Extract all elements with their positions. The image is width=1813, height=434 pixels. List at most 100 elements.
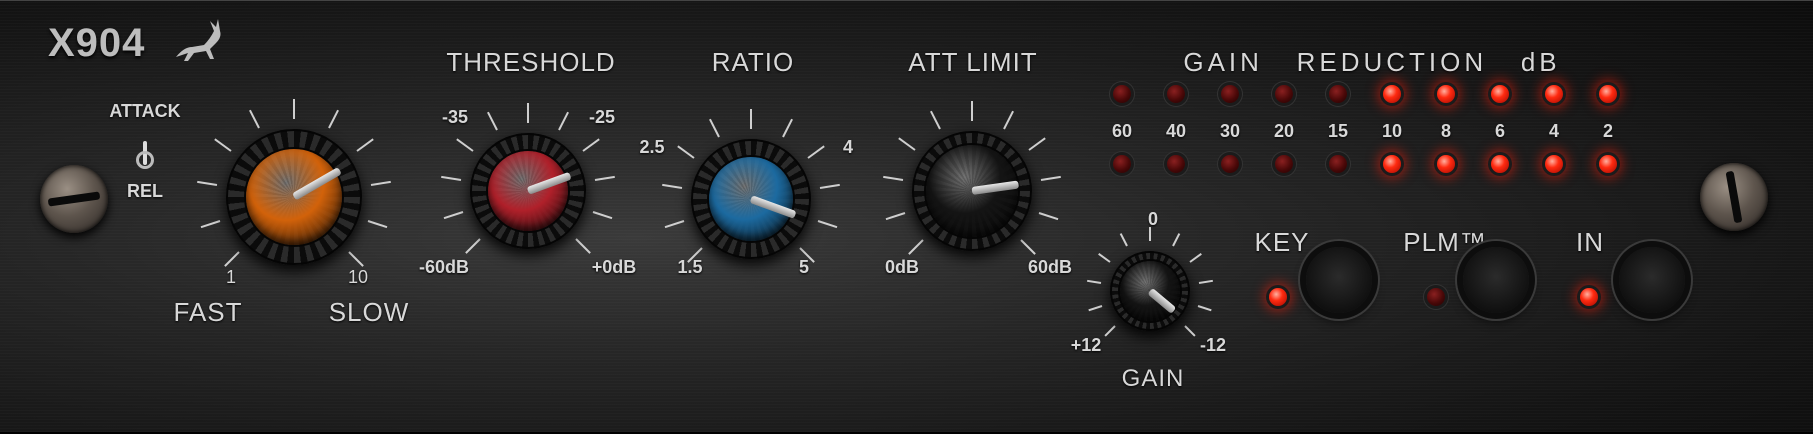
scale-tick bbox=[781, 118, 793, 138]
meter-led-top bbox=[1113, 85, 1131, 103]
meter-led-bottom bbox=[1275, 155, 1293, 173]
scale-tick bbox=[465, 238, 481, 254]
ratio-label-2-5: 2.5 bbox=[639, 137, 665, 157]
threshold-label-m60: -60dB bbox=[418, 257, 470, 277]
scale-tick bbox=[1199, 279, 1214, 285]
scale-tick bbox=[1040, 175, 1062, 182]
threshold-label-0: +0dB bbox=[591, 257, 637, 277]
scale-tick bbox=[370, 180, 391, 186]
meter-led-top bbox=[1221, 85, 1239, 103]
scale-tick bbox=[200, 220, 221, 229]
meter-scale-label: 60 bbox=[1111, 121, 1133, 141]
meter-led-bottom bbox=[1167, 155, 1185, 173]
threshold-label-m25: -25 bbox=[588, 107, 616, 127]
scale-tick bbox=[1097, 252, 1111, 263]
scale-tick bbox=[557, 112, 569, 131]
scale-tick bbox=[1028, 137, 1046, 151]
slow-label: SLOW bbox=[328, 297, 410, 327]
ratio-label-1-5: 1.5 bbox=[677, 257, 703, 277]
key-button[interactable] bbox=[1306, 247, 1372, 313]
ratio-label-4: 4 bbox=[842, 137, 854, 157]
meter-scale-label: 8 bbox=[1440, 121, 1452, 141]
scale-tick bbox=[356, 138, 374, 152]
scale-tick bbox=[367, 220, 388, 229]
meter-scale-label: 40 bbox=[1165, 121, 1187, 141]
ratio-label-5: 5 bbox=[798, 257, 810, 277]
meter-scale-label: 6 bbox=[1494, 121, 1506, 141]
fast-label: FAST bbox=[173, 297, 243, 327]
ratio-knob[interactable] bbox=[691, 139, 811, 259]
scale-tick bbox=[709, 118, 721, 138]
meter-led-bottom bbox=[1491, 155, 1509, 173]
left-screw-icon bbox=[40, 165, 108, 233]
gain-label-0: 0 bbox=[1147, 209, 1159, 229]
scale-tick bbox=[1038, 211, 1058, 220]
meter-scale-label: 15 bbox=[1327, 121, 1349, 141]
meter-scale-label: 30 bbox=[1219, 121, 1241, 141]
attack-release-switch[interactable] bbox=[134, 141, 156, 181]
meter-led-top bbox=[1329, 85, 1347, 103]
attack-max-label: 10 bbox=[347, 267, 369, 287]
att-limit-knob[interactable] bbox=[912, 131, 1032, 251]
scale-tick bbox=[594, 176, 616, 182]
scale-tick bbox=[487, 112, 499, 131]
meter-led-top bbox=[1437, 85, 1455, 103]
scale-tick bbox=[440, 176, 461, 182]
attack-min-label: 1 bbox=[225, 267, 237, 287]
scale-tick bbox=[1189, 252, 1203, 263]
scale-tick bbox=[223, 251, 240, 267]
meter-led-bottom bbox=[1599, 155, 1617, 173]
in-button[interactable] bbox=[1619, 247, 1685, 313]
scale-tick bbox=[1171, 233, 1180, 247]
plm-led bbox=[1427, 288, 1445, 306]
scale-tick bbox=[527, 103, 529, 123]
gain-label-p12: +12 bbox=[1070, 335, 1102, 355]
scale-tick bbox=[750, 109, 752, 129]
scale-tick bbox=[443, 211, 464, 220]
scale-tick bbox=[248, 109, 260, 128]
scale-tick bbox=[1184, 325, 1196, 337]
antelope-icon bbox=[176, 19, 221, 61]
threshold-title: THRESHOLD bbox=[446, 47, 616, 77]
att-limit-title: ATT LIMIT bbox=[908, 47, 1038, 77]
ratio-title: RATIO bbox=[711, 47, 795, 77]
scale-tick bbox=[592, 211, 612, 220]
meter-led-top bbox=[1167, 85, 1185, 103]
threshold-knob[interactable] bbox=[470, 133, 586, 249]
key-label: KEY bbox=[1254, 227, 1310, 257]
gain-label-m12: -12 bbox=[1199, 335, 1227, 355]
scale-tick bbox=[1104, 325, 1116, 337]
meter-scale-label: 20 bbox=[1273, 121, 1295, 141]
meter-led-top bbox=[1383, 85, 1401, 103]
meter-scale-label: 2 bbox=[1602, 121, 1614, 141]
meter-scale-label: 10 bbox=[1381, 121, 1403, 141]
scale-tick bbox=[1197, 305, 1212, 312]
scale-tick bbox=[677, 145, 695, 159]
att-limit-label-0: 0dB bbox=[884, 257, 920, 277]
scale-tick bbox=[930, 110, 942, 130]
scale-tick bbox=[456, 138, 474, 152]
meter-led-top bbox=[1545, 85, 1563, 103]
meter-led-bottom bbox=[1437, 155, 1455, 173]
plm-label: PLM™ bbox=[1403, 227, 1487, 257]
scale-tick bbox=[661, 183, 683, 190]
gain-reduction-title: GAIN REDUCTION dB bbox=[1183, 47, 1561, 77]
plm-button[interactable] bbox=[1463, 247, 1529, 313]
scale-tick bbox=[971, 101, 973, 121]
scale-tick bbox=[582, 138, 600, 152]
scale-tick bbox=[575, 238, 591, 254]
in-led bbox=[1580, 288, 1598, 306]
scale-tick bbox=[1120, 233, 1129, 247]
scale-tick bbox=[882, 175, 904, 182]
model-name: X904 bbox=[48, 21, 146, 65]
gain-title: GAIN bbox=[1121, 365, 1185, 392]
meter-led-bottom bbox=[1383, 155, 1401, 173]
gain-knob[interactable] bbox=[1110, 251, 1190, 331]
meter-led-top bbox=[1599, 85, 1617, 103]
scale-tick bbox=[1002, 110, 1014, 130]
meter-led-bottom bbox=[1545, 155, 1563, 173]
compressor-panel: X904 ATTACK REL 1 10 FAST SLOW THRESHOLD… bbox=[0, 0, 1813, 434]
attack-knob[interactable] bbox=[226, 129, 362, 265]
att-limit-label-60: 60dB bbox=[1027, 257, 1073, 277]
meter-led-bottom bbox=[1221, 155, 1239, 173]
